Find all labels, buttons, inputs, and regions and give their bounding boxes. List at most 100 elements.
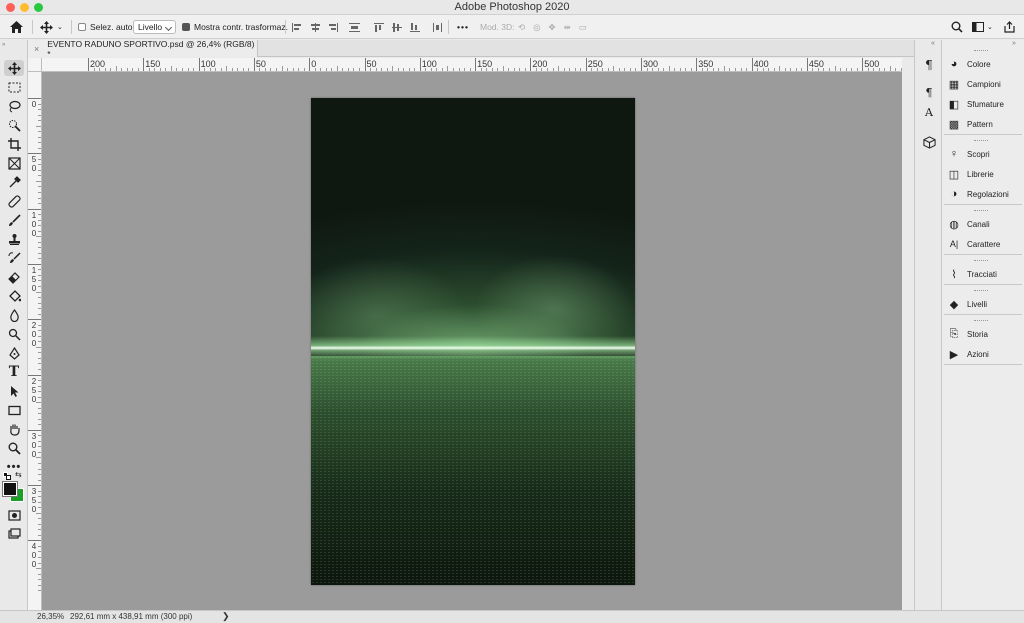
panel-tab-carattere[interactable]: A| Carattere bbox=[948, 236, 1022, 252]
marquee-tool[interactable] bbox=[4, 79, 24, 95]
auto-select-target-dropdown[interactable]: Livello bbox=[133, 20, 176, 34]
brush-tool[interactable] bbox=[4, 212, 24, 228]
panel-group-grip[interactable] bbox=[974, 50, 988, 52]
ruler-minor-tick bbox=[38, 330, 41, 332]
scale-3d-icon[interactable]: ▭ bbox=[579, 22, 587, 33]
vertical-ruler[interactable]: 0 50 100 150 200 250 300 350 400 bbox=[28, 72, 42, 610]
panel-group-grip[interactable] bbox=[974, 210, 988, 212]
quick-mask-button[interactable] bbox=[4, 507, 24, 523]
align-bottom-icon[interactable] bbox=[410, 23, 420, 32]
ruler-minor-tick bbox=[801, 68, 803, 71]
panel-tab-label: Regolazioni bbox=[967, 189, 1009, 199]
type-tool[interactable]: T bbox=[4, 364, 24, 380]
hand-tool[interactable] bbox=[4, 421, 24, 437]
collapse-dock-icon[interactable]: » bbox=[1012, 40, 1016, 47]
history-brush-tool[interactable] bbox=[4, 250, 24, 266]
document-image[interactable] bbox=[311, 98, 635, 585]
stamp-icon bbox=[8, 233, 20, 245]
search-icon bbox=[951, 21, 963, 33]
quick-selection-tool[interactable] bbox=[4, 117, 24, 133]
paint-bucket-tool[interactable] bbox=[4, 288, 24, 304]
zoom-level[interactable]: 26,35% bbox=[37, 612, 64, 621]
panel-tab-tracciati[interactable]: ⌇ Tracciati bbox=[948, 266, 1022, 282]
panel-group-grip[interactable] bbox=[974, 290, 988, 292]
panel-group-grip[interactable] bbox=[974, 260, 988, 262]
canvas-area[interactable] bbox=[42, 72, 902, 610]
default-colors-icon[interactable] bbox=[3, 472, 11, 480]
document-tab[interactable]: × EVENTO RADUNO SPORTIVO.psd @ 26,4% (RG… bbox=[28, 39, 258, 59]
panel-tab-canali[interactable]: ◍ Canali bbox=[948, 216, 1022, 232]
ruler-corner[interactable] bbox=[28, 58, 42, 72]
clone-stamp-tool[interactable] bbox=[4, 231, 24, 247]
frame-tool[interactable] bbox=[4, 155, 24, 171]
paragraph-styles-icon[interactable]: ¶ bbox=[922, 86, 936, 100]
panel-group-grip[interactable] bbox=[974, 320, 988, 322]
path-selection-tool[interactable] bbox=[4, 383, 24, 399]
screen-mode-button[interactable] bbox=[4, 526, 24, 542]
document-info: 292,61 mm x 438,91 mm (300 ppi) bbox=[70, 612, 193, 621]
home-button[interactable] bbox=[10, 19, 23, 35]
horizontal-ruler[interactable]: 200 150 100 50 0 50 100 150 200 250 300 350 400 450 50… bbox=[42, 58, 902, 72]
ruler-minor-tick bbox=[165, 68, 167, 71]
ruler-minor-tick bbox=[242, 68, 244, 71]
panel-tab-scopri[interactable]: ♀ Scopri bbox=[948, 146, 1022, 162]
panel-tab-livelli[interactable]: ◆ Livelli bbox=[948, 296, 1022, 312]
rectangle-tool[interactable] bbox=[4, 402, 24, 418]
orbit-3d-icon[interactable]: ⟲ bbox=[518, 22, 525, 33]
panel-group-grip[interactable] bbox=[974, 140, 988, 142]
eraser-tool[interactable] bbox=[4, 269, 24, 285]
crop-tool[interactable] bbox=[4, 136, 24, 152]
move-tool[interactable] bbox=[4, 60, 24, 76]
ruler-tick bbox=[28, 319, 41, 321]
dodge-tool[interactable] bbox=[4, 326, 24, 342]
3d-panel-icon[interactable] bbox=[922, 136, 936, 150]
distribute-horizontal-icon[interactable] bbox=[433, 23, 443, 32]
align-top-icon[interactable] bbox=[374, 23, 384, 32]
pen-tool[interactable] bbox=[4, 345, 24, 361]
options-bar: ⌄ Selez. auto: Livello Mostra contr. tra… bbox=[0, 15, 1024, 39]
panel-tab-colore[interactable]: ◕ Colore bbox=[948, 56, 1022, 72]
foreground-color-swatch[interactable] bbox=[2, 481, 18, 497]
panel-tab-storia[interactable]: ⎘ Storia bbox=[948, 326, 1022, 342]
panel-tab-pattern[interactable]: ▩ Pattern bbox=[948, 116, 1022, 132]
expand-dock-icon[interactable]: « bbox=[931, 40, 935, 47]
panel-tab-sfumature[interactable]: ◧ Sfumature bbox=[948, 96, 1022, 112]
show-transform-checkbox[interactable]: Mostra contr. trasformaz. bbox=[182, 19, 288, 35]
auto-select-checkbox[interactable]: Selez. auto: bbox=[78, 19, 135, 35]
ruler-minor-tick bbox=[320, 68, 322, 71]
slide-3d-icon[interactable]: ⇹ bbox=[564, 22, 571, 33]
workspace-button[interactable]: ⌄ bbox=[972, 19, 993, 35]
swap-colors-icon[interactable]: ⇆ bbox=[15, 470, 22, 479]
ruler-minor-tick bbox=[38, 496, 41, 498]
panel-tab-azioni[interactable]: ▶ Azioni bbox=[948, 346, 1022, 362]
distribute-vertical-icon[interactable] bbox=[349, 23, 360, 32]
align-right-icon[interactable] bbox=[328, 23, 338, 32]
lasso-tool[interactable] bbox=[4, 98, 24, 114]
chevron-right-icon[interactable]: ❯ bbox=[222, 611, 230, 622]
ruler-minor-tick bbox=[624, 68, 626, 71]
align-center-h-icon[interactable] bbox=[310, 23, 320, 32]
chevron-down-icon: ⌄ bbox=[987, 24, 993, 31]
eyedropper-tool[interactable] bbox=[4, 174, 24, 190]
panel-tab-campioni[interactable]: ▦ Campioni bbox=[948, 76, 1022, 92]
move-tool-preset-button[interactable]: ⌄ bbox=[40, 19, 63, 35]
blur-tool[interactable] bbox=[4, 307, 24, 323]
align-middle-icon[interactable] bbox=[392, 23, 402, 32]
collapse-toolbar-icon[interactable]: » bbox=[2, 42, 5, 48]
paragraph-panel-icon[interactable]: ¶ bbox=[922, 58, 936, 72]
search-button[interactable] bbox=[951, 19, 963, 35]
pan-3d-icon[interactable]: ✥ bbox=[549, 22, 556, 33]
panel-tab-regolazioni[interactable]: ◑ Regolazioni bbox=[948, 186, 1022, 202]
roll-3d-icon[interactable]: ◎ bbox=[533, 22, 540, 33]
character-styles-icon[interactable]: A bbox=[922, 106, 936, 120]
close-tab-button[interactable]: × bbox=[34, 44, 39, 54]
align-left-icon[interactable] bbox=[292, 23, 302, 32]
ruler-minor-tick bbox=[99, 68, 101, 71]
lightbulb-icon: ♀ bbox=[949, 148, 959, 160]
panel-tab-librerie[interactable]: ◫ Librerie bbox=[948, 166, 1022, 182]
panel-group-divider bbox=[944, 284, 1022, 285]
healing-brush-tool[interactable] bbox=[4, 193, 24, 209]
more-options-button[interactable]: ••• bbox=[457, 19, 469, 35]
zoom-tool[interactable] bbox=[4, 440, 24, 456]
share-button[interactable] bbox=[1004, 19, 1015, 35]
